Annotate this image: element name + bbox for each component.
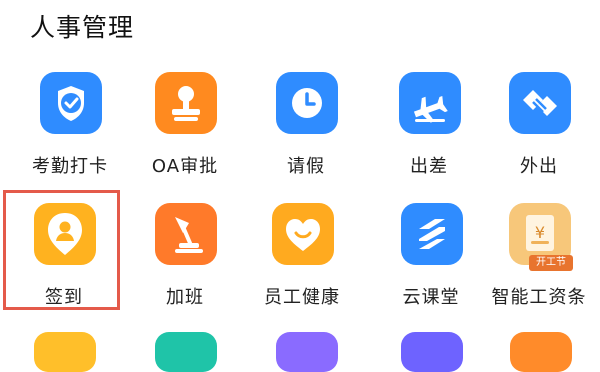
app-smart-payslip[interactable]: ¥ 开工节 智能工资条 — [479, 203, 599, 323]
attendance-check-icon — [40, 72, 102, 134]
handshake-icon — [509, 72, 571, 134]
app-label: 云课堂 — [402, 287, 460, 308]
clock-icon — [276, 72, 338, 134]
airplane-icon — [399, 72, 461, 134]
currency-symbol: ¥ — [534, 223, 546, 242]
stamp-icon — [155, 72, 217, 134]
promo-badge: 开工节 — [529, 255, 573, 271]
app-overtime[interactable]: 加班 — [125, 203, 245, 323]
partial-app-tile[interactable] — [155, 332, 217, 372]
app-label: 员工健康 — [264, 287, 340, 308]
partial-app-tile[interactable] — [510, 332, 572, 372]
app-outing[interactable]: 外出 — [479, 72, 599, 192]
app-label: 考勤打卡 — [32, 156, 108, 177]
app-oa-approval[interactable]: OA审批 — [125, 72, 245, 192]
stacked-layers-icon — [401, 203, 463, 265]
app-label: 出差 — [410, 156, 448, 177]
app-attendance-check[interactable]: 考勤打卡 — [10, 72, 130, 192]
location-pin-person-icon — [34, 203, 96, 265]
app-label: 外出 — [520, 156, 558, 177]
partial-app-tile[interactable] — [34, 332, 96, 372]
app-label: 智能工资条 — [491, 287, 587, 308]
partial-app-tile[interactable] — [401, 332, 463, 372]
desk-lamp-icon — [155, 203, 217, 265]
app-employee-health[interactable]: 员工健康 — [242, 203, 362, 323]
payslip-icon: ¥ 开工节 — [509, 203, 573, 271]
section-title: 人事管理 — [30, 13, 135, 42]
app-cloud-classroom[interactable]: 云课堂 — [371, 203, 491, 323]
app-label: 签到 — [45, 287, 83, 308]
app-leave[interactable]: 请假 — [246, 72, 366, 192]
app-label: OA审批 — [151, 156, 219, 177]
app-label: 请假 — [287, 156, 325, 177]
app-label: 加班 — [166, 287, 204, 308]
heart-icon — [272, 203, 334, 265]
partial-app-tile[interactable] — [276, 332, 338, 372]
app-business-trip[interactable]: 出差 — [369, 72, 489, 192]
app-check-in[interactable]: 签到 — [4, 203, 124, 323]
